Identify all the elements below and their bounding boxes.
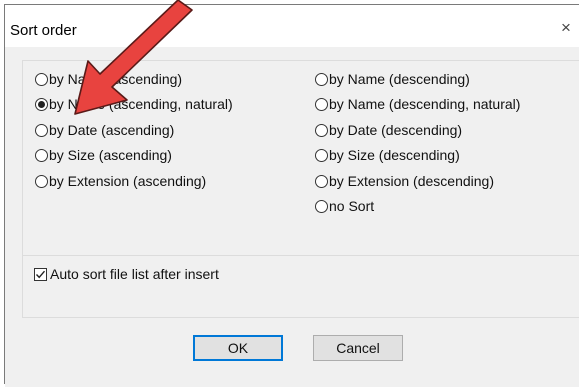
radio-label: by Name (ascending, natural) <box>49 96 233 112</box>
radio-button[interactable] <box>315 148 328 162</box>
radio-label: by Size (descending) <box>329 147 460 163</box>
radio-name-ascending[interactable]: by Name (ascending) <box>35 69 182 89</box>
radio-label: by Name (descending) <box>329 71 470 87</box>
radio-label: no Sort <box>329 198 375 214</box>
radio-extension-ascending[interactable]: by Extension (ascending) <box>35 171 206 191</box>
radio-name-descending-natural[interactable]: by Name (descending, natural) <box>315 94 520 114</box>
sort-order-dialog: Sort order × by Name (ascending) by Name… <box>4 4 579 387</box>
checkmark-icon <box>35 270 46 278</box>
dialog-body: by Name (ascending) by Name (ascending, … <box>5 47 579 387</box>
radio-button[interactable] <box>35 174 48 188</box>
radio-button[interactable] <box>35 123 48 137</box>
radio-label: by Size (ascending) <box>49 147 172 163</box>
radio-date-descending[interactable]: by Date (descending) <box>315 120 462 140</box>
auto-sort-checkbox[interactable] <box>34 267 47 281</box>
radio-button[interactable] <box>315 199 328 213</box>
radio-button[interactable] <box>315 97 328 111</box>
radio-size-ascending[interactable]: by Size (ascending) <box>35 145 172 165</box>
radio-label: by Extension (descending) <box>329 173 494 189</box>
auto-sort-checkbox-row[interactable]: Auto sort file list after insert <box>34 264 219 284</box>
radio-label: by Name (descending, natural) <box>329 96 521 112</box>
radio-button[interactable] <box>35 72 48 86</box>
auto-sort-label: Auto sort file list after insert <box>50 266 219 282</box>
close-icon[interactable]: × <box>561 19 571 36</box>
title-bar: Sort order × <box>5 5 579 47</box>
radio-extension-descending[interactable]: by Extension (descending) <box>315 171 494 191</box>
radio-button[interactable] <box>35 148 48 162</box>
radio-size-descending[interactable]: by Size (descending) <box>315 145 460 165</box>
radio-no-sort[interactable]: no Sort <box>315 196 374 216</box>
radio-date-ascending[interactable]: by Date (ascending) <box>35 120 174 140</box>
cancel-button[interactable]: Cancel <box>313 335 403 361</box>
radio-label: by Name (ascending) <box>49 71 183 87</box>
radio-label: by Date (descending) <box>329 122 463 138</box>
radio-name-ascending-natural[interactable]: by Name (ascending, natural) <box>35 94 233 114</box>
radio-button[interactable] <box>315 174 328 188</box>
radio-button[interactable] <box>315 123 328 137</box>
radio-label: by Extension (ascending) <box>49 173 207 189</box>
radio-button[interactable] <box>315 72 328 86</box>
radio-button-selected[interactable] <box>35 97 48 111</box>
ok-button[interactable]: OK <box>193 335 283 361</box>
radio-name-descending[interactable]: by Name (descending) <box>315 69 470 89</box>
radio-label: by Date (ascending) <box>49 122 175 138</box>
dialog-title: Sort order <box>10 22 77 39</box>
